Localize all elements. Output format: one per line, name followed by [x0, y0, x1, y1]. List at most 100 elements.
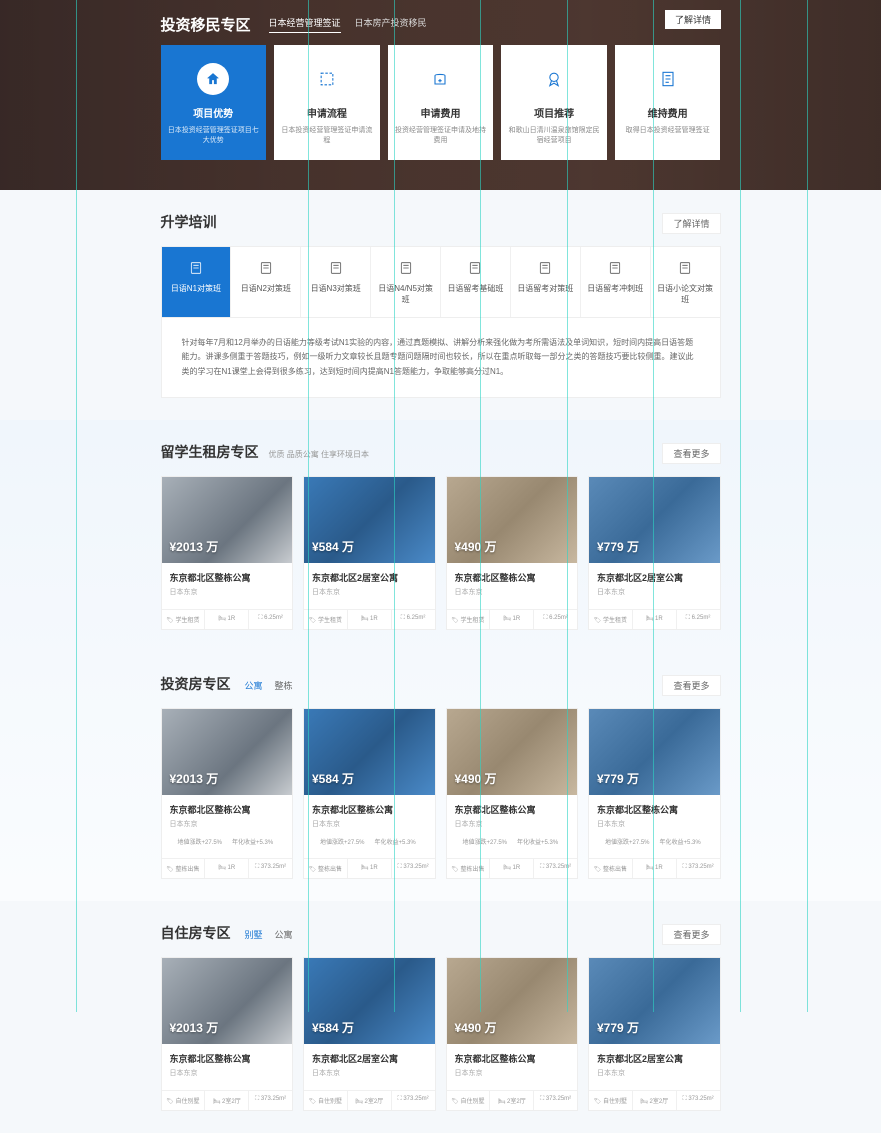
property-image: ¥490 万 — [447, 958, 578, 1044]
invest-filter-building[interactable]: 整栋 — [275, 679, 293, 692]
property-card[interactable]: ¥584 万 东京都北区整栋公寓 日本东京 地値涨跌+27.5%年化收益+5.3… — [303, 708, 436, 879]
study-tab-3[interactable]: 日语N4/N5对策班 — [371, 247, 441, 317]
tab-icon — [187, 259, 205, 277]
meta-rooms: 🛏 1R — [205, 859, 249, 878]
meta-area: ⛶ 6.25m² — [249, 610, 292, 629]
property-price: ¥490 万 — [455, 538, 497, 555]
property-price: ¥2013 万 — [170, 1019, 219, 1036]
stat-yield: 年化收益+5.3% — [660, 837, 701, 846]
stat-yield: 年化收益+5.3% — [517, 837, 558, 846]
hero-card-1[interactable]: 申请流程 日本投资经营管理签证申请流程 — [274, 45, 380, 160]
property-card[interactable]: ¥490 万 东京都北区整栋公寓 日本东京 地値涨跌+27.5%年化收益+5.3… — [446, 708, 579, 879]
hero-card-title: 申请费用 — [394, 105, 488, 120]
invest-more-button[interactable]: 查看更多 — [662, 675, 720, 696]
property-location: 日本东京 — [170, 819, 285, 829]
self-filter-apartment[interactable]: 公寓 — [275, 928, 293, 941]
tab-label: 日语N1对策班 — [166, 283, 227, 294]
tab-label: 日语留考对策班 — [515, 283, 576, 294]
hero-tab-property[interactable]: 日本房产投资移民 — [355, 16, 427, 33]
property-card[interactable]: ¥490 万 东京都北区整栋公寓 日本东京 🏷 自住别墅 🛏 2室2厅 ⛶ 37… — [446, 957, 579, 1111]
hero-tab-visa[interactable]: 日本经营管理签证 — [269, 16, 341, 33]
invest-filter-apartment[interactable]: 公寓 — [245, 679, 263, 692]
property-card[interactable]: ¥779 万 东京都北区2居室公寓 日本东京 🏷 学生租赁 🛏 1R ⛶ 6.2… — [588, 476, 721, 630]
property-meta: 🏷 整栋出售 🛏 1R ⛶ 373.25m² — [304, 858, 435, 878]
hero-card-icon — [538, 63, 570, 95]
study-more-button[interactable]: 了解详情 — [662, 213, 720, 234]
tab-label: 日语留考基础班 — [445, 283, 506, 294]
tab-icon — [536, 259, 554, 277]
meta-area: ⛶ 6.25m² — [677, 610, 720, 629]
tab-icon — [466, 259, 484, 277]
invest-filters: 公寓 整栋 — [245, 679, 293, 692]
study-tab-1[interactable]: 日语N2对策班 — [231, 247, 301, 317]
tab-label: 日语留考冲刺班 — [585, 283, 646, 294]
property-meta: 🏷 自住别墅 🛏 2室2厅 ⛶ 373.25m² — [589, 1090, 720, 1110]
hero-card-desc: 和歌山日清川温泉旅馆限定民宿经营项目 — [507, 126, 601, 146]
study-tab-2[interactable]: 日语N3对策班 — [301, 247, 371, 317]
hero-more-button[interactable]: 了解详情 — [665, 10, 721, 29]
meta-area: ⛶ 373.25m² — [677, 1091, 720, 1110]
meta-rooms: 🛏 1R — [348, 859, 392, 878]
property-meta: 🏷 自住别墅 🛏 2室2厅 ⛶ 373.25m² — [304, 1090, 435, 1110]
property-card[interactable]: ¥490 万 东京都北区整栋公寓 日本东京 🏷 学生租赁 🛏 1R ⛶ 6.25… — [446, 476, 579, 630]
property-card[interactable]: ¥2013 万 东京都北区整栋公寓 日本东京 🏷 自住别墅 🛏 2室2厅 ⛶ 3… — [161, 957, 294, 1111]
study-tab-4[interactable]: 日语留考基础班 — [441, 247, 511, 317]
property-price: ¥584 万 — [312, 770, 354, 787]
hero-card-icon — [311, 63, 343, 95]
self-more-button[interactable]: 查看更多 — [662, 924, 720, 945]
property-card[interactable]: ¥2013 万 东京都北区整栋公寓 日本东京 🏷 学生租赁 🛏 1R ⛶ 6.2… — [161, 476, 294, 630]
hero-card-icon — [197, 63, 229, 95]
property-card[interactable]: ¥584 万 东京都北区2居室公寓 日本东京 🏷 自住别墅 🛏 2室2厅 ⛶ 3… — [303, 957, 436, 1111]
self-filter-villa[interactable]: 别墅 — [245, 928, 263, 941]
meta-tag: 🏷 自住别墅 — [162, 1091, 206, 1110]
study-tab-7[interactable]: 日语小论文对策班 — [651, 247, 720, 317]
property-name: 东京都北区整栋公寓 — [455, 571, 570, 584]
study-tab-0[interactable]: 日语N1对策班 — [162, 247, 232, 317]
meta-area: ⛶ 6.25m² — [392, 610, 435, 629]
hero-card-desc: 日本投资经营管理签证项目七大优势 — [167, 126, 261, 146]
property-meta: 🏷 自住别墅 🛏 2室2厅 ⛶ 373.25m² — [162, 1090, 293, 1110]
property-card[interactable]: ¥2013 万 东京都北区整栋公寓 日本东京 地値涨跌+27.5%年化收益+5.… — [161, 708, 294, 879]
rental-more-button[interactable]: 查看更多 — [662, 443, 720, 464]
property-card[interactable]: ¥779 万 东京都北区整栋公寓 日本东京 地値涨跌+27.5%年化收益+5.3… — [588, 708, 721, 879]
property-meta: 🏷 整栋出售 🛏 1R ⛶ 373.25m² — [589, 858, 720, 878]
property-name: 东京都北区整栋公寓 — [170, 571, 285, 584]
property-name: 东京都北区整栋公寓 — [170, 1052, 285, 1065]
tab-icon — [327, 259, 345, 277]
meta-rooms: 🛏 2室2厅 — [633, 1091, 677, 1110]
property-price: ¥779 万 — [597, 1019, 639, 1036]
property-meta: 🏷 整栋出售 🛏 1R ⛶ 373.25m² — [447, 858, 578, 878]
property-image: ¥779 万 — [589, 477, 720, 563]
property-location: 日本东京 — [455, 1068, 570, 1078]
meta-tag: 🏷 整栋出售 — [589, 859, 633, 878]
property-meta: 🏷 学生租赁 🛏 1R ⛶ 6.25m² — [304, 609, 435, 629]
stat-yield: 年化收益+5.3% — [375, 837, 416, 846]
tab-label: 日语N2对策班 — [235, 283, 296, 294]
property-location: 日本东京 — [455, 819, 570, 829]
meta-area: ⛶ 373.25m² — [249, 859, 292, 878]
hero-card-desc: 投资经营管理签证申请及地持费用 — [394, 126, 488, 146]
property-image: ¥2013 万 — [162, 477, 293, 563]
meta-tag: 🏷 学生租赁 — [447, 610, 491, 629]
property-price: ¥779 万 — [597, 770, 639, 787]
hero-title: 投资移民专区 — [161, 14, 251, 35]
property-card[interactable]: ¥779 万 东京都北区2居室公寓 日本东京 🏷 自住别墅 🛏 2室2厅 ⛶ 3… — [588, 957, 721, 1111]
hero-card-3[interactable]: 项目推荐 和歌山日清川温泉旅馆限定民宿经营项目 — [501, 45, 607, 160]
property-price: ¥2013 万 — [170, 770, 219, 787]
study-tab-content: 针对每年7月和12月举办的日语能力等级考试N1实验的内容，通过真题模拟、讲解分析… — [161, 318, 721, 398]
hero-card-0[interactable]: 项目优势 日本投资经营管理签证项目七大优势 — [161, 45, 267, 160]
rental-title: 留学生租房专区 — [161, 442, 259, 462]
study-tab-6[interactable]: 日语留考冲刺班 — [581, 247, 651, 317]
hero-card-4[interactable]: 维持费用 取得日本投资经营管理签证 — [615, 45, 721, 160]
property-name: 东京都北区整栋公寓 — [455, 1052, 570, 1065]
hero-card-2[interactable]: 申请费用 投资经营管理签证申请及地持费用 — [388, 45, 494, 160]
property-price: ¥2013 万 — [170, 538, 219, 555]
meta-area: ⛶ 373.25m² — [249, 1091, 292, 1110]
hero-card-icon — [652, 63, 684, 95]
property-image: ¥2013 万 — [162, 709, 293, 795]
study-tab-5[interactable]: 日语留考对策班 — [511, 247, 581, 317]
property-location: 日本东京 — [597, 1068, 712, 1078]
property-price: ¥584 万 — [312, 538, 354, 555]
property-card[interactable]: ¥584 万 东京都北区2居室公寓 日本东京 🏷 学生租赁 🛏 1R ⛶ 6.2… — [303, 476, 436, 630]
meta-rooms: 🛏 2室2厅 — [205, 1091, 249, 1110]
